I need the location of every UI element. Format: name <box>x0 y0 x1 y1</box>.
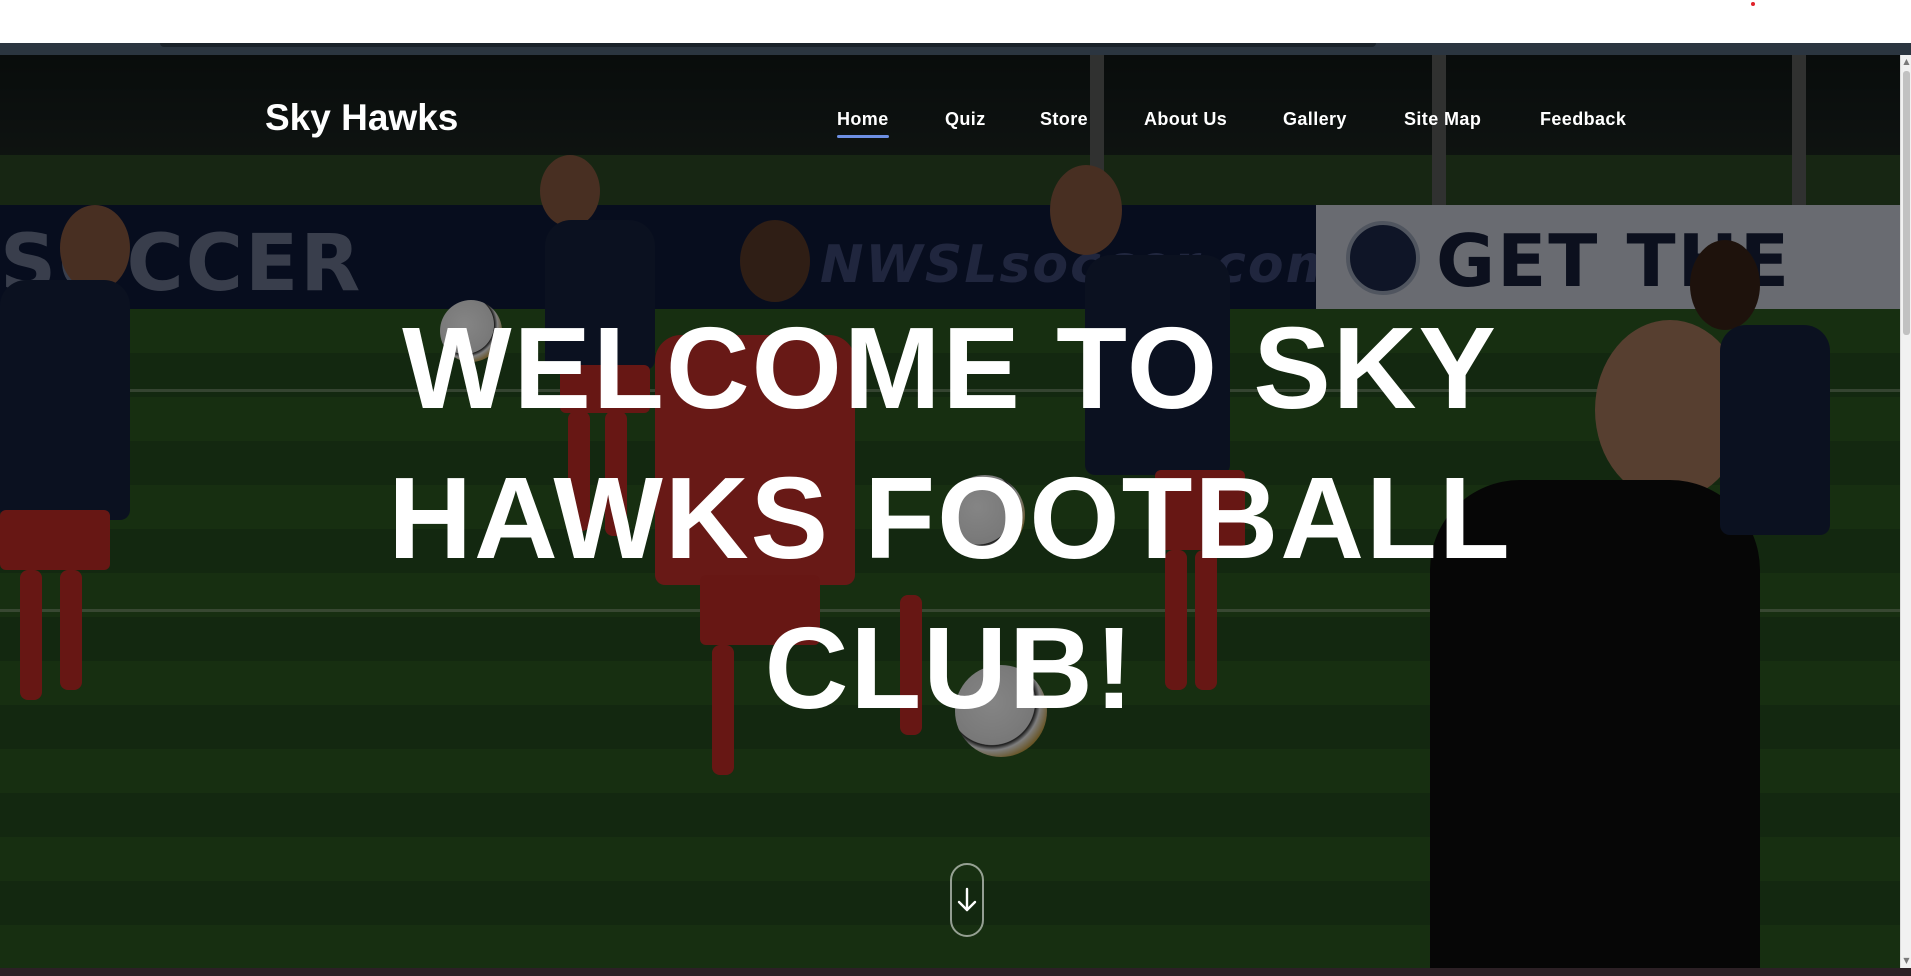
headline-line-2: HAWKS FOOTBALL <box>388 453 1512 583</box>
scroll-down-button[interactable] <box>950 863 984 937</box>
scrollbar-thumb[interactable] <box>1903 71 1910 335</box>
headline-line-1: WELCOME TO SKY <box>402 303 1498 433</box>
scroll-up-arrow-icon[interactable]: ▲ <box>1902 57 1911 67</box>
scroll-down-arrow-icon[interactable]: ▼ <box>1902 956 1911 966</box>
notification-dot <box>1751 2 1755 6</box>
headline-line-3: CLUB! <box>764 603 1136 733</box>
page-top-edge <box>0 43 1911 55</box>
hero-section: SOCCER NWSLsoccer.com GET THE APP <box>0 55 1900 968</box>
main-nav: Home Quiz Store About Us Gallery Site Ma… <box>0 109 1900 149</box>
nav-quiz[interactable]: Quiz <box>945 109 986 130</box>
arrow-down-icon <box>957 887 977 912</box>
page-scrollbar[interactable]: ▲ ▼ <box>1900 55 1911 968</box>
page-bottom-edge <box>0 968 1911 976</box>
nav-home[interactable]: Home <box>837 109 889 138</box>
hero-headline: WELCOME TO SKY HAWKS FOOTBALL CLUB! <box>340 293 1560 743</box>
nav-feedback[interactable]: Feedback <box>1540 109 1626 130</box>
nav-site-map[interactable]: Site Map <box>1404 109 1481 130</box>
nav-about-us[interactable]: About Us <box>1144 109 1227 130</box>
browser-top-strip <box>0 0 1911 43</box>
nav-store[interactable]: Store <box>1040 109 1088 130</box>
nav-gallery[interactable]: Gallery <box>1283 109 1347 130</box>
